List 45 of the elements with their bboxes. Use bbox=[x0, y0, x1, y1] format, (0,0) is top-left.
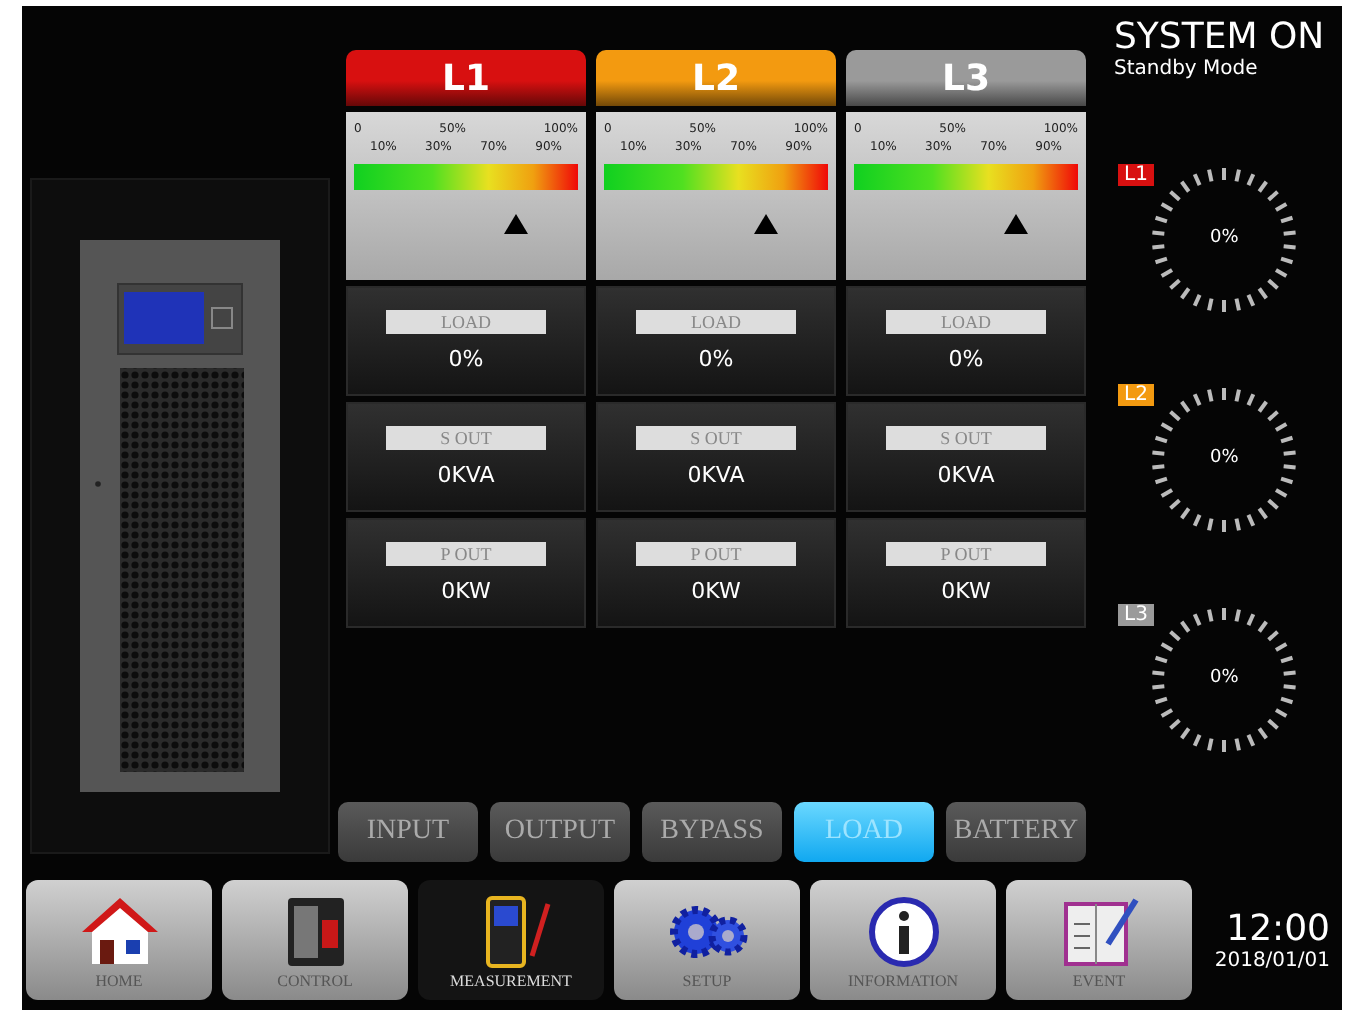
reading-label: S OUT bbox=[386, 426, 546, 450]
reading-label: P OUT bbox=[886, 542, 1046, 566]
dial-reading: 0% bbox=[1210, 228, 1239, 248]
logbook-icon bbox=[1059, 895, 1139, 967]
dial-reading: 0% bbox=[1210, 668, 1239, 688]
phase-header: L1 bbox=[346, 50, 586, 106]
tab[interactable]: OUTPUT bbox=[490, 802, 630, 862]
nav-button[interactable]: CONTROL bbox=[222, 880, 408, 1000]
phase-badge: L1 bbox=[1118, 164, 1154, 186]
reading-label: P OUT bbox=[636, 542, 796, 566]
tab[interactable]: BATTERY bbox=[946, 802, 1086, 862]
nav-button[interactable]: EVENT bbox=[1006, 880, 1192, 1000]
phase-header: L3 bbox=[846, 50, 1086, 106]
reading-value: 0KVA bbox=[937, 462, 995, 488]
nav-button[interactable]: INFORMATION bbox=[810, 880, 996, 1000]
system-mode: Standby Mode bbox=[1114, 58, 1260, 80]
dial-reading: 0% bbox=[1210, 448, 1239, 468]
phase-badge: L3 bbox=[1118, 604, 1154, 626]
nav-button[interactable]: SETUP bbox=[614, 880, 800, 1000]
reading-value: 0% bbox=[698, 346, 734, 372]
nav-button[interactable]: MEASUREMENT bbox=[418, 880, 604, 1000]
reading-value: 0KW bbox=[441, 578, 491, 604]
reading-value: 0KW bbox=[941, 578, 991, 604]
reading-value: 0KVA bbox=[687, 462, 745, 488]
phase-badge: L2 bbox=[1118, 384, 1154, 406]
reading-label: LOAD bbox=[386, 310, 546, 334]
reading-label: S OUT bbox=[886, 426, 1046, 450]
reading-value: 0% bbox=[448, 346, 484, 372]
reading-label: P OUT bbox=[386, 542, 546, 566]
reading-value: 0KVA bbox=[437, 462, 495, 488]
house-icon bbox=[79, 895, 159, 967]
tab[interactable]: BYPASS bbox=[642, 802, 782, 862]
reading-value: 0% bbox=[948, 346, 984, 372]
clock-date: 2018/01/01 bbox=[1214, 950, 1330, 972]
reading-label: LOAD bbox=[636, 310, 796, 334]
info-icon bbox=[863, 895, 943, 967]
nav-button[interactable]: HOME bbox=[26, 880, 212, 1000]
phase-header: L2 bbox=[596, 50, 836, 106]
reading-label: LOAD bbox=[886, 310, 1046, 334]
tab[interactable]: LOAD bbox=[794, 802, 934, 862]
tab[interactable]: INPUT bbox=[338, 802, 478, 862]
reading-value: 0KW bbox=[691, 578, 741, 604]
system-status: SYSTEM ON bbox=[1114, 18, 1327, 58]
clock-time: 12:00 bbox=[1226, 908, 1330, 950]
reading-label: S OUT bbox=[636, 426, 796, 450]
